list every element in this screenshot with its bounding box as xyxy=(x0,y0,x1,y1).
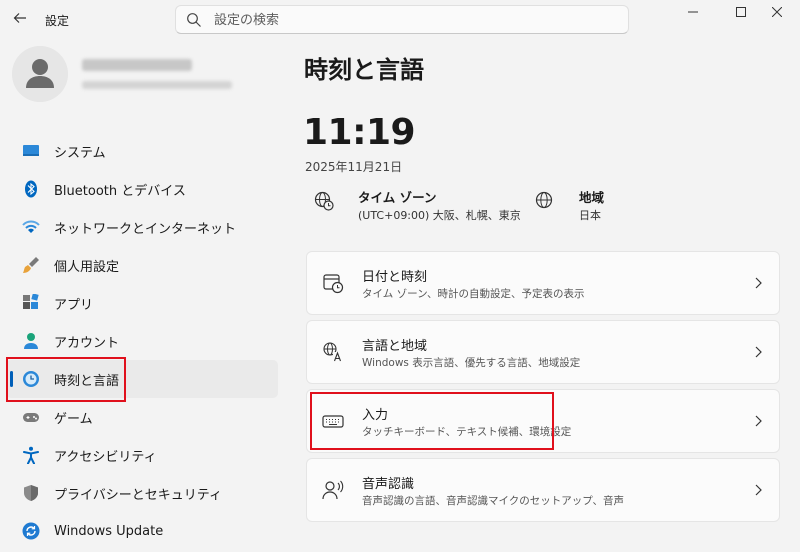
language-icon xyxy=(323,342,343,362)
sidebar-item-windows-update[interactable]: Windows Update xyxy=(6,512,278,550)
chevron-right-icon xyxy=(755,277,762,289)
chevron-right-icon xyxy=(755,415,762,427)
back-arrow-icon xyxy=(13,13,26,23)
minimize-button[interactable] xyxy=(670,0,716,24)
sidebar-item-label: 個人用設定 xyxy=(54,259,120,275)
globe-clock-icon xyxy=(314,191,334,211)
sidebar-item-bluetooth[interactable]: Bluetooth とデバイス xyxy=(6,170,278,208)
sidebar-item-accessibility[interactable]: アクセシビリティ xyxy=(6,436,278,474)
accessibility-icon xyxy=(23,446,39,464)
search-box[interactable] xyxy=(175,5,629,34)
region-title: 地域 xyxy=(579,190,605,205)
card-title: 音声認識 xyxy=(362,477,415,492)
title-bar: 設定 xyxy=(0,0,800,40)
sidebar-item-network[interactable]: ネットワークとインターネット xyxy=(6,208,278,246)
user-avatar-icon xyxy=(12,46,68,102)
profile-email-blurred xyxy=(82,81,232,89)
avatar xyxy=(12,46,68,102)
maximize-icon xyxy=(736,7,746,17)
timezone-info: タイム ゾーン (UTC+09:00) 大阪、札幌、東京 xyxy=(314,187,521,227)
close-icon xyxy=(772,7,782,17)
sidebar-item-label: ゲーム xyxy=(54,411,93,427)
sidebar-item-accounts[interactable]: アカウント xyxy=(6,322,278,360)
sidebar-item-privacy[interactable]: プライバシーとセキュリティ xyxy=(6,474,278,512)
current-time: 11:19 xyxy=(303,112,416,153)
search-input[interactable] xyxy=(214,10,614,30)
card-subtitle: タイム ゾーン、時計の自動設定、予定表の表示 xyxy=(362,288,585,300)
speech-icon xyxy=(322,480,344,500)
wifi-icon xyxy=(22,220,40,233)
sidebar-item-label: アクセシビリティ xyxy=(54,449,157,465)
sidebar-item-gaming[interactable]: ゲーム xyxy=(6,398,278,436)
card-title: 日付と時刻 xyxy=(362,270,428,285)
search-icon xyxy=(187,13,201,27)
gamepad-icon xyxy=(23,413,39,422)
sidebar-item-label: アカウント xyxy=(54,335,120,351)
sidebar-item-label: Bluetooth とデバイス xyxy=(54,183,186,199)
sidebar-item-label: アプリ xyxy=(54,297,94,313)
region-value: 日本 xyxy=(579,209,601,222)
card-subtitle: 音声認識の言語、音声認識マイクのセットアップ、音声 xyxy=(362,495,624,507)
sidebar-item-label: システム xyxy=(54,145,106,161)
brush-icon xyxy=(23,257,39,273)
card-date-time[interactable]: 日付と時刻 タイム ゾーン、時計の自動設定、予定表の表示 xyxy=(306,251,780,315)
highlight-box-sidebar xyxy=(6,357,126,402)
minimize-icon xyxy=(688,11,698,13)
current-date: 2025年11月21日 xyxy=(305,160,403,174)
apps-icon xyxy=(23,294,39,309)
system-icon xyxy=(23,145,39,156)
sidebar-item-label: ネットワークとインターネット xyxy=(54,221,237,237)
timezone-value: (UTC+09:00) 大阪、札幌、東京 xyxy=(358,209,521,222)
bluetooth-icon xyxy=(25,180,37,198)
sidebar-item-personalization[interactable]: 個人用設定 xyxy=(6,246,278,284)
back-button[interactable] xyxy=(8,6,32,30)
card-language-region[interactable]: 言語と地域 Windows 表示言語、優先する言語、地域設定 xyxy=(306,320,780,384)
card-title: 言語と地域 xyxy=(362,339,428,354)
close-button[interactable] xyxy=(754,0,800,24)
region-info: 地域 日本 xyxy=(535,187,655,227)
chevron-right-icon xyxy=(755,484,762,496)
card-subtitle: Windows 表示言語、優先する言語、地域設定 xyxy=(362,357,581,369)
sidebar-item-apps[interactable]: アプリ xyxy=(6,284,278,322)
timezone-title: タイム ゾーン xyxy=(358,190,437,205)
sidebar-item-system[interactable]: システム xyxy=(6,132,278,170)
app-title: 設定 xyxy=(45,14,70,28)
date-time-icon xyxy=(323,274,344,294)
highlight-box-typing xyxy=(310,392,554,450)
account-icon xyxy=(24,333,38,349)
shield-icon xyxy=(24,485,38,501)
globe-icon xyxy=(535,191,553,209)
update-icon xyxy=(22,522,40,540)
card-speech[interactable]: 音声認識 音声認識の言語、音声認識マイクのセットアップ、音声 xyxy=(306,458,780,522)
page-title: 時刻と言語 xyxy=(304,56,424,84)
chevron-right-icon xyxy=(755,346,762,358)
sidebar-nav: システム Bluetooth とデバイス ネットワークとインターネット 個人用設… xyxy=(6,132,278,550)
sidebar-item-label: Windows Update xyxy=(54,523,164,539)
profile-name-blurred xyxy=(82,59,192,71)
sidebar-item-label: プライバシーとセキュリティ xyxy=(54,487,222,503)
